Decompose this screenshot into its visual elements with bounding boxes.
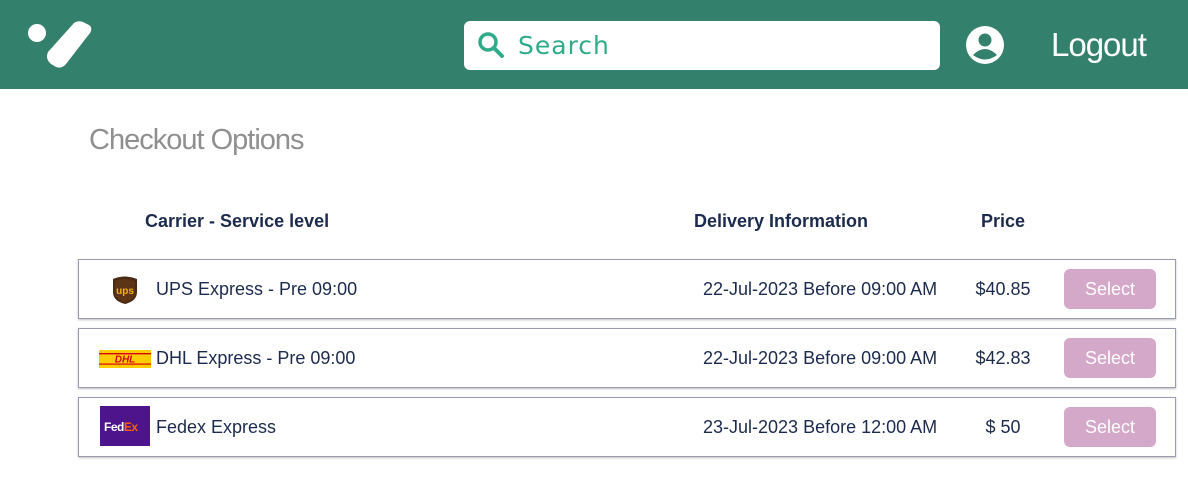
fedex-logo-icon: FedEx xyxy=(100,406,150,446)
svg-text:ups: ups xyxy=(116,286,134,297)
delivery-info: 23-Jul-2023 Before 12:00 AM xyxy=(703,417,938,437)
dhl-logo-icon: DHL xyxy=(99,350,151,368)
shipping-option-row: DHL DHL Express - Pre 09:00 22-Jul-2023 … xyxy=(78,328,1176,388)
ups-logo-icon: ups xyxy=(113,276,137,304)
column-header-delivery: Delivery Information xyxy=(694,211,869,231)
shipping-option-row: ups UPS Express - Pre 09:00 22-Jul-2023 … xyxy=(78,259,1176,319)
column-header-carrier: Carrier - Service level xyxy=(145,211,330,231)
carrier-service-label: Fedex Express xyxy=(156,417,277,437)
search-input[interactable] xyxy=(518,21,928,70)
svg-text:FedEx: FedEx xyxy=(104,420,138,434)
logout-link[interactable]: Logout xyxy=(1051,26,1147,64)
select-button[interactable]: Select xyxy=(1064,338,1156,378)
top-navigation-bar: Logout xyxy=(0,0,1188,89)
select-button[interactable]: Select xyxy=(1064,407,1156,447)
search-icon xyxy=(478,32,504,58)
price-value: $42.83 xyxy=(975,348,1031,368)
carrier-service-label: UPS Express - Pre 09:00 xyxy=(156,279,358,299)
carrier-service-label: DHL Express - Pre 09:00 xyxy=(156,348,356,368)
svg-text:DHL: DHL xyxy=(115,355,136,366)
price-value: $40.85 xyxy=(975,279,1031,299)
delivery-info: 22-Jul-2023 Before 09:00 AM xyxy=(703,279,938,299)
brand-logo-icon[interactable] xyxy=(26,20,94,70)
search-box[interactable] xyxy=(464,21,940,70)
page-title: Checkout Options xyxy=(89,124,305,156)
user-account-icon[interactable] xyxy=(966,26,1004,64)
delivery-info: 22-Jul-2023 Before 09:00 AM xyxy=(703,348,938,368)
column-header-price: Price xyxy=(981,211,1026,231)
shipping-option-row: FedEx Fedex Express 23-Jul-2023 Before 1… xyxy=(78,397,1176,457)
price-value: $ 50 xyxy=(985,417,1021,437)
select-button[interactable]: Select xyxy=(1064,269,1156,309)
